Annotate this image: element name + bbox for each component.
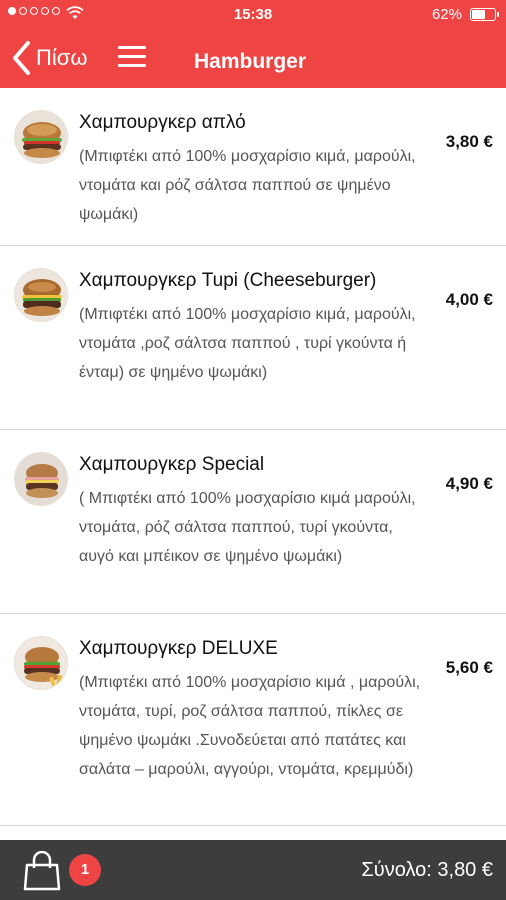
status-bar: 15:38 62% <box>0 0 506 30</box>
battery-percent: 62% <box>431 6 462 23</box>
battery-icon <box>470 8 499 21</box>
item-price: 4,90 € <box>445 474 493 493</box>
status-time: 15:38 <box>233 6 273 23</box>
page-title: Hamburger <box>194 50 307 73</box>
shopping-bag-icon[interactable] <box>22 851 62 891</box>
item-description: (Μπιφτέκι από 100% μοσχαρίσιο κιμά, μαρο… <box>79 306 416 381</box>
back-button[interactable]: Πίσω <box>10 38 88 78</box>
list-item[interactable]: Χαμπουργκερ Special ( Μπιφτέκι από 100% … <box>0 430 506 614</box>
nav-bar: Πίσω Hamburger <box>0 30 506 88</box>
item-title: Χαμπουργκερ Tupi (Cheeseburger) <box>79 270 377 291</box>
burger-photo <box>14 268 68 322</box>
burger-photo <box>14 636 68 690</box>
item-title: Χαμπουργκερ Special <box>79 454 265 475</box>
list-item[interactable]: Χαμπουργκερ απλό (Μπιφτέκι από 100% μοσχ… <box>0 88 506 246</box>
item-title: Χαμπουργκερ απλό <box>79 112 246 133</box>
item-description: (Μπιφτέκι από 100% μοσχαρίσιο κιμά, μαρο… <box>79 148 416 223</box>
cart-count-badge[interactable]: 1 <box>69 854 101 886</box>
burger-photo <box>14 110 68 164</box>
list-item[interactable]: Χαμπουργκερ DELUXE (Μπιφτέκι από 100% μο… <box>0 614 506 826</box>
item-price: 3,80 € <box>445 132 493 151</box>
item-title: Χαμπουργκερ DELUXE <box>79 638 278 659</box>
item-price: 5,60 € <box>445 658 493 677</box>
item-description: ( Μπιφτέκι από 100% μοσχαρίσιο κιμά μαρο… <box>79 490 416 565</box>
back-chevron-icon <box>13 41 30 75</box>
item-price: 4,00 € <box>445 290 493 309</box>
burger-photo <box>14 452 68 506</box>
item-description: (Μπιφτέκι από 100% μοσχαρίσιο κιμά , μαρ… <box>79 674 421 778</box>
list-item[interactable]: Χαμπουργκερ Tupi (Cheeseburger) (Μπιφτέκ… <box>0 246 506 430</box>
cart-total: Σύνολο: 3,80 € <box>361 859 493 881</box>
back-label: Πίσω <box>36 45 88 70</box>
menu-icon[interactable] <box>118 46 146 68</box>
